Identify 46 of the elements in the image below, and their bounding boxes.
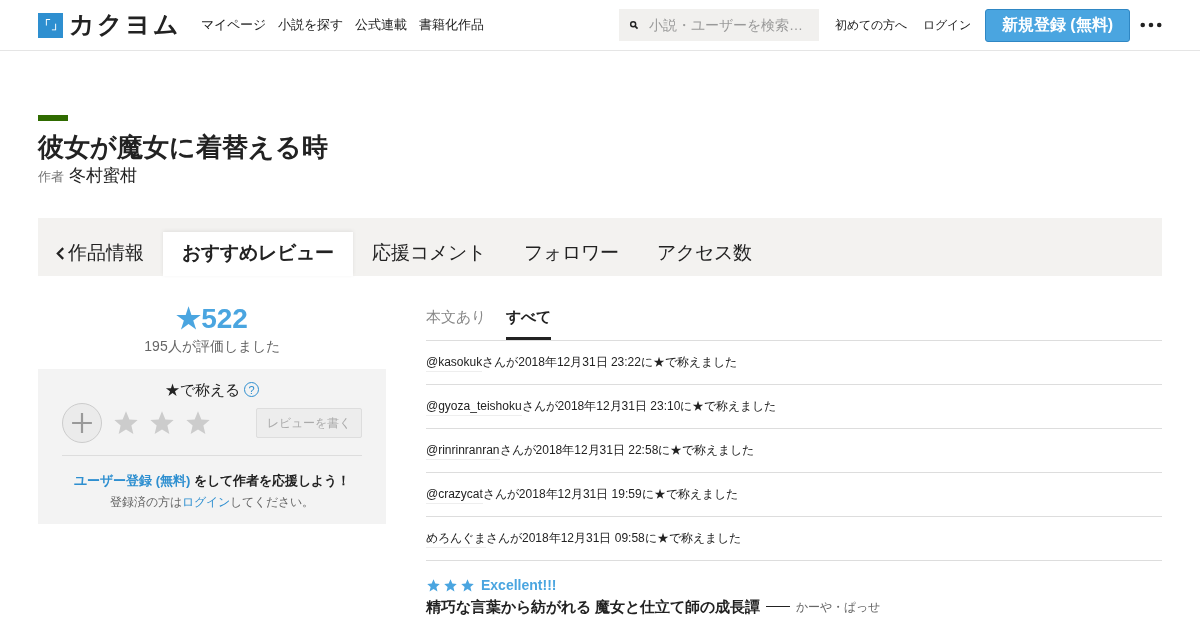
user-link[interactable]: @gyoza_teishoku bbox=[426, 396, 522, 416]
tab[interactable]: 応援コメント bbox=[353, 231, 505, 276]
review-author: かーや・ぱっせ bbox=[796, 598, 881, 616]
rater-count: 195人が評価しました bbox=[144, 336, 280, 356]
author-label: 作者 bbox=[38, 168, 64, 186]
chevron-left-icon bbox=[56, 246, 65, 261]
nav-link[interactable]: マイページ bbox=[201, 15, 266, 35]
praise-entry: @crazycatさんが2018年12月31日 19:59に★で称えました bbox=[426, 472, 1162, 517]
header-link[interactable]: ログイン bbox=[922, 16, 971, 34]
user-link[interactable]: めろんぐま bbox=[426, 528, 486, 548]
plus-icon bbox=[71, 412, 93, 434]
filter-tab[interactable]: すべて bbox=[506, 306, 551, 340]
nav-link[interactable]: 小説を探す bbox=[278, 15, 343, 35]
nav-link[interactable]: 書籍化作品 bbox=[419, 15, 484, 35]
tab[interactable]: アクセス数 bbox=[638, 231, 771, 276]
dash-rule bbox=[766, 606, 791, 608]
search-field[interactable]: 小説・ユーザーを検索… bbox=[618, 9, 819, 41]
signup-message: ユーザー登録 (無料) をして作者を応援しよう！ bbox=[74, 472, 350, 490]
review-title[interactable]: 精巧な言葉から紡がれる 魔女と仕立て師の成長譚 bbox=[426, 595, 761, 618]
tab[interactable]: フォロワー bbox=[505, 231, 638, 276]
author-link[interactable]: 冬村蜜柑 bbox=[69, 163, 137, 189]
praise-entry: @kasokukさんが2018年12月31日 23:22に★で称えました bbox=[426, 340, 1162, 385]
search-icon bbox=[628, 18, 639, 32]
user-link[interactable]: @crazycat bbox=[426, 484, 483, 504]
title-accent-bar bbox=[38, 115, 68, 121]
star-icon bbox=[426, 577, 441, 593]
filter-tab[interactable]: 本文あり bbox=[426, 306, 486, 340]
star-icon bbox=[460, 577, 475, 593]
header-link[interactable]: 初めての方へ bbox=[834, 16, 907, 34]
star-icon bbox=[443, 577, 458, 593]
star-total: ★522 bbox=[176, 301, 248, 336]
praise-entry: めろんぐま さんが2018年12月31日 09:58に★で称えました bbox=[426, 516, 1162, 561]
rate-heading: ★で称える bbox=[165, 379, 240, 400]
more-icon[interactable] bbox=[1140, 21, 1162, 29]
praise-entry: @gyoza_teishokuさんが2018年12月31日 23:10に★で称えました bbox=[426, 384, 1162, 429]
tab[interactable]: おすすめレビュー bbox=[163, 231, 353, 276]
praise-entry: @rinrinranranさんが2018年12月31日 22:58に★で称えました bbox=[426, 428, 1162, 473]
work-title: 彼女が魔女に着替える時 bbox=[38, 131, 329, 163]
nav-link[interactable]: 公式連載 bbox=[355, 15, 407, 35]
user-link[interactable]: @kasokuk bbox=[426, 352, 483, 372]
add-star-button[interactable] bbox=[62, 403, 102, 443]
user-link[interactable]: @rinrinranran bbox=[426, 440, 500, 460]
tab[interactable]: 作品情報 bbox=[56, 231, 163, 276]
login-message: 登録済の方は ログイン してください。 bbox=[110, 493, 314, 511]
logo-mark[interactable]: 「」 bbox=[38, 12, 63, 38]
logo-text[interactable]: カクヨム bbox=[69, 6, 181, 44]
